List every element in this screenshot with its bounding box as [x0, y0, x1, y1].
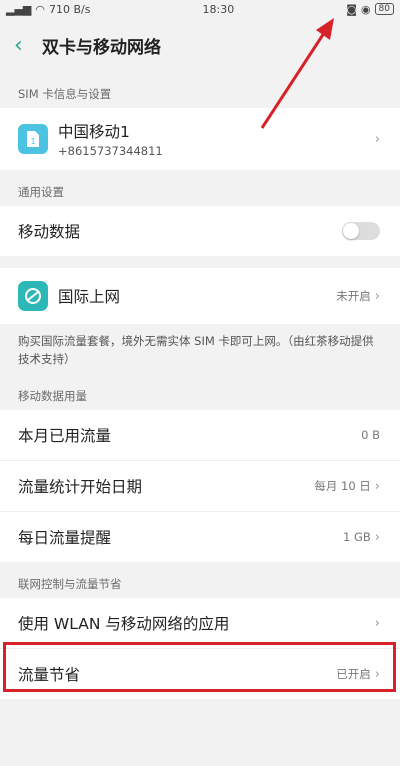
status-bar: ▂▄▆ ◠ 710 B/s 18:30 ◙ ◉ 80	[0, 0, 400, 18]
international-roaming-status: 未开启	[336, 289, 371, 303]
back-arrow-icon[interactable]: ‹	[14, 33, 36, 58]
international-roaming-row[interactable]: 国际上网 未开启 ›	[0, 268, 400, 324]
section-control: 联网控制与流量节省	[18, 577, 122, 591]
mobile-data-label: 移动数据	[18, 223, 81, 241]
usage-value: 0 B	[361, 428, 380, 442]
usage-row-monthly[interactable]: 本月已用流量 0 B	[0, 410, 400, 461]
usage-value: 1 GB	[343, 530, 371, 544]
globe-plane-icon	[18, 281, 48, 311]
app-bar: ‹ 双卡与移动网络	[0, 18, 400, 72]
mobile-data-toggle[interactable]	[342, 222, 380, 240]
battery-indicator: 80	[374, 3, 394, 15]
network-speed: 710 B/s	[49, 2, 91, 16]
mobile-data-row[interactable]: 移动数据	[0, 206, 400, 256]
clock: 18:30	[202, 2, 235, 16]
data-saver-label: 流量节省	[18, 666, 81, 684]
wlan-apps-label: 使用 WLAN 与移动网络的应用	[18, 615, 230, 633]
sim-number: +8615737344811	[58, 144, 163, 158]
usage-value: 每月 10 日	[314, 479, 371, 493]
chevron-right-icon: ›	[374, 131, 380, 147]
app-notification-icon: ◙	[346, 2, 357, 16]
chevron-right-icon: ›	[374, 529, 380, 545]
usage-label: 流量统计开始日期	[18, 478, 143, 496]
wifi-icon: ◠	[35, 2, 45, 16]
data-saver-status: 已开启	[336, 667, 371, 681]
signal-icon: ▂▄▆	[6, 2, 32, 16]
section-general: 通用设置	[18, 185, 64, 199]
data-saver-row[interactable]: 流量节省 已开启 ›	[0, 649, 400, 699]
page-title: 双卡与移动网络	[42, 37, 161, 58]
section-sim: SIM 卡信息与设置	[18, 87, 112, 101]
chevron-right-icon: ›	[374, 478, 380, 494]
usage-label: 每日流量提醒	[18, 529, 112, 547]
usage-row-start-date[interactable]: 流量统计开始日期 每月 10 日 ›	[0, 461, 400, 512]
lock-icon: ◉	[360, 2, 371, 16]
svg-text:1: 1	[30, 137, 35, 146]
section-usage: 移动数据用量	[18, 389, 87, 403]
international-note: 购买国际流量套餐，境外无需实体 SIM 卡即可上网。（由红茶移动提供技术支持）	[18, 334, 374, 366]
international-roaming-label: 国际上网	[58, 288, 121, 306]
chevron-right-icon: ›	[374, 615, 380, 631]
sim-name: 中国移动1	[58, 123, 130, 141]
usage-row-daily-reminder[interactable]: 每日流量提醒 1 GB ›	[0, 512, 400, 562]
chevron-right-icon: ›	[374, 288, 380, 304]
usage-label: 本月已用流量	[18, 427, 112, 445]
sim-card-icon: 1	[18, 124, 48, 154]
sim-card-row[interactable]: 1 中国移动1 +8615737344811 ›	[0, 108, 400, 170]
wlan-apps-row[interactable]: 使用 WLAN 与移动网络的应用 ›	[0, 598, 400, 649]
chevron-right-icon: ›	[374, 666, 380, 682]
